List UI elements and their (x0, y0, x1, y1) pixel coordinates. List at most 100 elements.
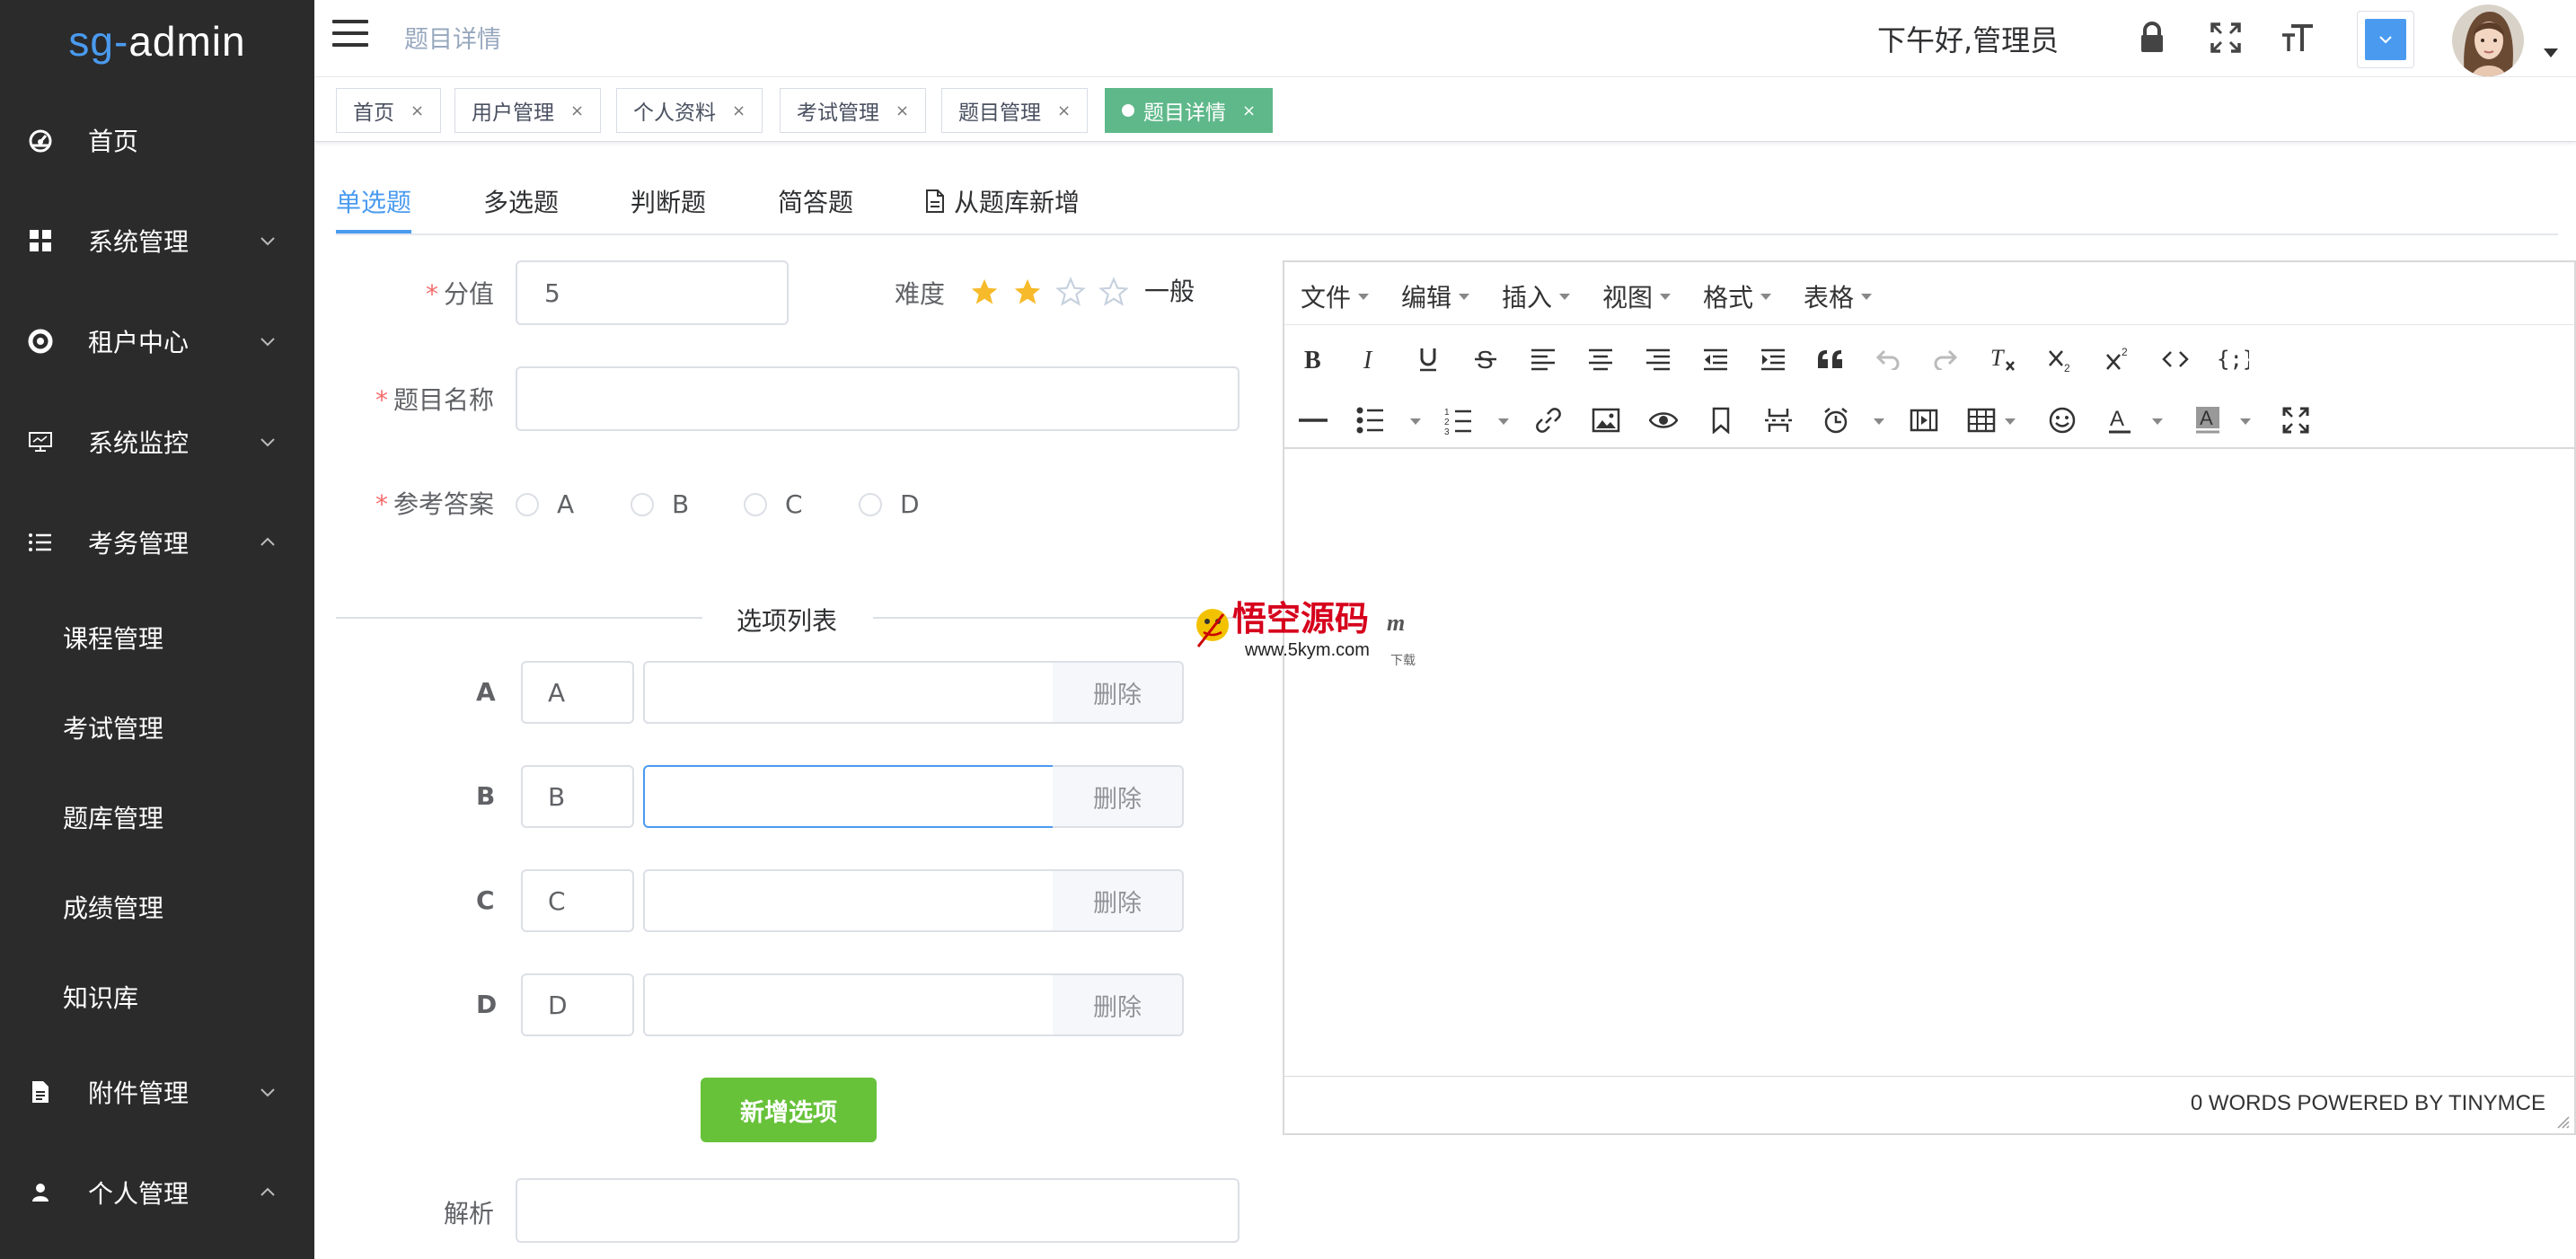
code-sample-icon[interactable]: {;} (2213, 339, 2253, 379)
menu-edit[interactable]: 编辑 (1401, 278, 1470, 314)
sidebar-subitem-question-bank[interactable]: 题库管理 (0, 781, 314, 853)
menu-view[interactable]: 视图 (1602, 278, 1672, 314)
fullscreen-icon[interactable] (2206, 18, 2245, 57)
sidebar-subitem-knowledge[interactable]: 知识库 (0, 961, 314, 1033)
resize-handle-icon[interactable] (2554, 1114, 2571, 1130)
answer-radio-a[interactable]: A (516, 489, 574, 519)
text-color-icon[interactable]: A (2100, 401, 2139, 440)
code-icon[interactable] (2156, 339, 2195, 379)
bullet-list-icon[interactable] (1351, 401, 1390, 440)
score-input[interactable]: 5 (516, 260, 789, 325)
delete-option-button[interactable]: 删除 (1053, 661, 1184, 724)
sidebar-item-monitor[interactable]: 系统监控 (0, 406, 314, 478)
media-icon[interactable] (1904, 401, 1944, 440)
close-icon[interactable]: × (1242, 101, 1256, 120)
datetime-dropdown-icon[interactable] (1874, 418, 1884, 425)
blockquote-icon[interactable] (1811, 339, 1850, 379)
italic-icon[interactable]: I (1351, 339, 1390, 379)
tab-from-bank[interactable]: 从题库新增 (925, 183, 1080, 219)
link-icon[interactable] (1529, 401, 1568, 440)
bullet-list-dropdown-icon[interactable] (1410, 418, 1421, 425)
delete-option-button[interactable]: 删除 (1053, 869, 1184, 932)
difficulty-rating[interactable]: 一般 (968, 277, 1195, 311)
background-color-dropdown-icon[interactable] (2240, 418, 2251, 425)
option-key-input[interactable]: A (521, 661, 634, 724)
answer-radio-d[interactable]: D (859, 489, 920, 519)
bold-icon[interactable]: B (1293, 339, 1333, 379)
background-color-icon[interactable]: A (2188, 401, 2228, 440)
fullscreen-icon[interactable] (2276, 401, 2316, 440)
outdent-icon[interactable] (1696, 339, 1735, 379)
numbered-list-dropdown-icon[interactable] (1498, 418, 1509, 425)
subscript-icon[interactable]: 2 (2041, 339, 2080, 379)
close-icon[interactable]: × (570, 101, 584, 120)
option-value-input[interactable] (643, 973, 1054, 1036)
sidebar-item-system[interactable]: 系统管理 (0, 205, 314, 277)
sidebar-item-home[interactable]: 首页 (0, 104, 314, 176)
superscript-icon[interactable]: 2 (2098, 339, 2138, 379)
menu-format[interactable]: 格式 (1703, 278, 1772, 314)
option-key-input[interactable]: B (521, 765, 634, 828)
star-empty-icon[interactable] (1098, 277, 1130, 311)
tag-profile[interactable]: 个人资料 × (616, 88, 763, 133)
numbered-list-icon[interactable]: 123 (1439, 401, 1478, 440)
align-center-icon[interactable] (1581, 339, 1620, 379)
insert-datetime-icon[interactable] (1816, 401, 1856, 440)
hamburger-menu-icon[interactable] (332, 20, 368, 52)
page-break-icon[interactable] (1759, 401, 1798, 440)
lock-icon[interactable] (2132, 18, 2172, 57)
text-color-dropdown-icon[interactable] (2152, 418, 2163, 425)
bookmark-icon[interactable] (1701, 401, 1741, 440)
close-icon[interactable]: × (410, 101, 424, 120)
redo-icon[interactable] (1926, 339, 1965, 379)
add-option-button[interactable]: 新增选项 (701, 1078, 877, 1142)
sidebar-subitem-exam[interactable]: 考试管理 (0, 691, 314, 763)
theme-color-picker[interactable] (2357, 11, 2414, 68)
delete-option-button[interactable]: 删除 (1053, 973, 1184, 1036)
option-key-input[interactable]: C (521, 869, 634, 932)
sidebar-item-personal[interactable]: 个人管理 (0, 1157, 314, 1228)
option-value-input[interactable] (643, 661, 1054, 724)
option-value-input[interactable] (643, 765, 1054, 828)
tag-question-detail[interactable]: 题目详情 × (1105, 88, 1274, 133)
star-filled-icon[interactable] (1011, 277, 1044, 311)
option-key-input[interactable]: D (521, 973, 634, 1036)
preview-icon[interactable] (1644, 401, 1683, 440)
caret-down-icon[interactable] (2544, 48, 2558, 57)
undo-icon[interactable] (1868, 339, 1908, 379)
tag-home[interactable]: 首页 × (336, 88, 442, 133)
underline-icon[interactable] (1408, 339, 1448, 379)
tab-single-choice[interactable]: 单选题 (336, 183, 411, 219)
tag-question-management[interactable]: 题目管理 × (941, 88, 1089, 133)
strikethrough-icon[interactable]: S (1466, 339, 1505, 379)
tag-user-management[interactable]: 用户管理 × (454, 88, 602, 133)
sidebar-subitem-scores[interactable]: 成绩管理 (0, 871, 314, 943)
sidebar-item-attachments[interactable]: 附件管理 (0, 1056, 314, 1128)
horizontal-rule-icon[interactable] (1293, 401, 1333, 440)
tab-multiple-choice[interactable]: 多选题 (483, 183, 559, 219)
sidebar-item-tenant[interactable]: 租户中心 (0, 305, 314, 377)
menu-file[interactable]: 文件 (1301, 278, 1370, 314)
tag-exam-management[interactable]: 考试管理 × (780, 88, 927, 133)
menu-insert[interactable]: 插入 (1502, 278, 1571, 314)
sidebar-subitem-course[interactable]: 课程管理 (0, 602, 314, 674)
question-name-input[interactable] (516, 366, 1239, 431)
tab-true-false[interactable]: 判断题 (631, 183, 706, 219)
tab-short-answer[interactable]: 简答题 (778, 183, 853, 219)
app-logo[interactable]: sg - admin (0, 0, 314, 83)
table-icon[interactable] (1962, 401, 2001, 440)
image-icon[interactable] (1586, 401, 1626, 440)
align-left-icon[interactable] (1523, 339, 1563, 379)
answer-radio-c[interactable]: C (744, 489, 803, 519)
answer-radio-b[interactable]: B (631, 489, 689, 519)
emoticons-icon[interactable] (2042, 401, 2082, 440)
delete-option-button[interactable]: 删除 (1053, 765, 1184, 828)
table-dropdown-icon[interactable] (2005, 418, 2016, 425)
indent-icon[interactable] (1753, 339, 1793, 379)
sidebar-item-exam[interactable]: 考务管理 (0, 506, 314, 578)
font-size-icon[interactable] (2278, 18, 2317, 57)
close-icon[interactable]: × (732, 101, 745, 120)
close-icon[interactable]: × (1057, 101, 1071, 120)
align-right-icon[interactable] (1638, 339, 1678, 379)
clear-format-icon[interactable]: T (1983, 339, 2023, 379)
